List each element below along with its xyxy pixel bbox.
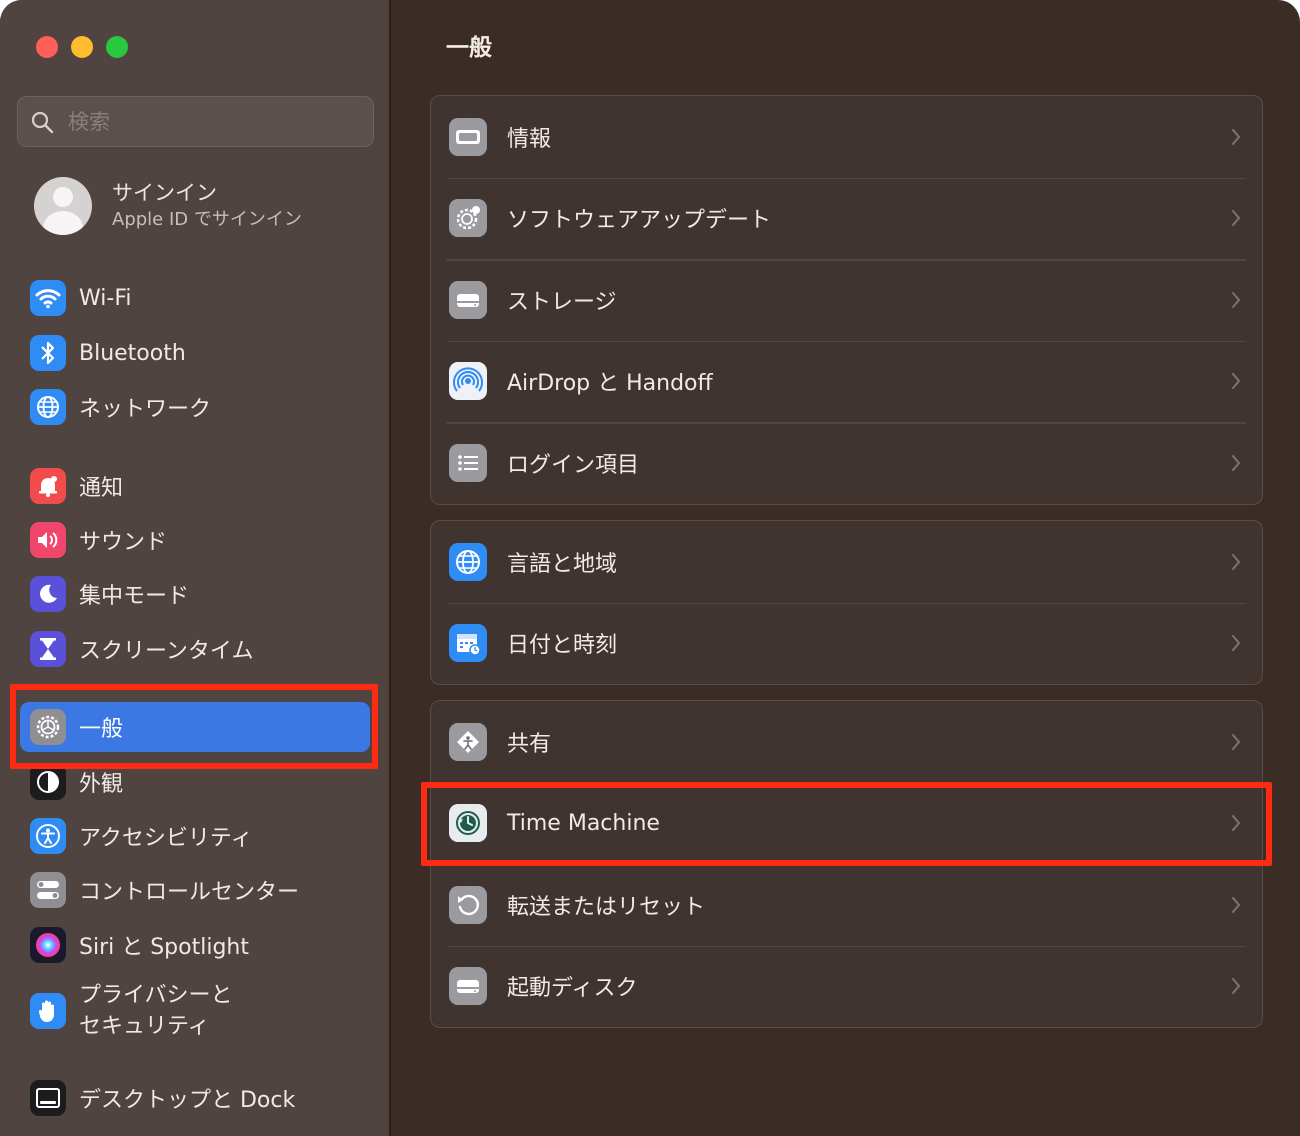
- sidebar-item-label: サウンド: [79, 530, 168, 555]
- highlight-box-general: [10, 684, 378, 769]
- moon-icon: [30, 576, 66, 612]
- sidebar: サインイン Apple ID でサインイン Wi-Fi Bluetooth ネッ…: [0, 0, 391, 1136]
- close-window-button[interactable]: [36, 36, 58, 58]
- sidebar-item-siri-spotlight[interactable]: Siri と Spotlight: [20, 920, 370, 970]
- row-label: AirDrop と Handoff: [507, 371, 713, 397]
- signin-subtitle: Apple ID でサインイン: [112, 209, 302, 230]
- chevron-right-icon: [1232, 978, 1241, 995]
- row-date-time[interactable]: 日付と時刻: [431, 602, 1262, 685]
- bluetooth-icon: [30, 335, 66, 371]
- accessibility-icon: [30, 818, 66, 854]
- settings-group-2: 言語と地域 日付と時刻: [430, 520, 1263, 685]
- row-software-update[interactable]: ソフトウェアアップデート: [431, 177, 1262, 260]
- sidebar-item-network[interactable]: ネットワーク: [20, 382, 370, 432]
- minimize-window-button[interactable]: [71, 36, 93, 58]
- signin-title: サインイン: [112, 181, 217, 205]
- search-field[interactable]: [17, 96, 374, 147]
- chevron-right-icon: [1232, 635, 1241, 652]
- sidebar-item-wifi[interactable]: Wi-Fi: [20, 273, 370, 323]
- sidebar-item-label: デスクトップと Dock: [79, 1088, 296, 1113]
- sidebar-item-focus[interactable]: 集中モード: [20, 569, 370, 619]
- settings-window: サインイン Apple ID でサインイン Wi-Fi Bluetooth ネッ…: [0, 0, 1300, 1136]
- sidebar-item-label: Siri と Spotlight: [79, 935, 249, 960]
- chevron-right-icon: [1232, 373, 1241, 390]
- calendar-clock-icon: [449, 624, 487, 663]
- storage-drive-icon: [449, 280, 487, 319]
- sidebar-item-label: アクセシビリティ: [79, 826, 253, 851]
- row-label: ソフトウェアアップデート: [507, 208, 772, 234]
- row-storage[interactable]: ストレージ: [431, 259, 1262, 341]
- sidebar-item-label: Wi-Fi: [79, 285, 132, 311]
- avatar: [34, 177, 92, 235]
- sidebar-item-label: スクリーンタイム: [79, 639, 254, 664]
- chevron-right-icon: [1232, 291, 1241, 308]
- row-transfer-reset[interactable]: 転送またはリセット: [431, 864, 1262, 946]
- window-controls: [36, 36, 128, 58]
- sidebar-item-bluetooth[interactable]: Bluetooth: [20, 328, 370, 378]
- sidebar-item-label: 通知: [79, 476, 124, 501]
- zoom-window-button[interactable]: [106, 36, 128, 58]
- appearance-icon: [30, 764, 66, 800]
- row-label: ストレージ: [507, 289, 617, 315]
- sidebar-item-notifications[interactable]: 通知: [20, 461, 370, 511]
- sidebar-item-control-center[interactable]: コントロールセンター: [20, 865, 370, 915]
- speaker-icon: [30, 522, 66, 558]
- search-input[interactable]: [68, 109, 328, 134]
- info-laptop-icon: [449, 117, 487, 156]
- row-label: 起動ディスク: [507, 976, 638, 1002]
- reset-icon: [449, 885, 487, 924]
- hand-icon: [30, 993, 66, 1029]
- globe-icon: [449, 542, 487, 581]
- row-label: 言語と地域: [507, 551, 618, 577]
- row-about[interactable]: 情報: [431, 96, 1262, 178]
- software-update-gear-icon: [449, 199, 487, 238]
- wifi-icon: [30, 280, 66, 316]
- dock-icon: [30, 1080, 66, 1116]
- search-icon: [31, 111, 54, 133]
- highlight-box-time-machine: [421, 782, 1272, 866]
- row-airdrop-handoff[interactable]: AirDrop と Handoff: [431, 340, 1262, 423]
- globe-network-icon: [30, 389, 66, 425]
- sidebar-item-label: Bluetooth: [79, 340, 186, 366]
- siri-icon: [30, 927, 66, 963]
- sidebar-item-screen-time[interactable]: スクリーンタイム: [20, 624, 370, 674]
- row-label: 転送またはリセット: [507, 894, 706, 920]
- bell-icon: [30, 468, 66, 504]
- row-startup-disk[interactable]: 起動ディスク: [431, 945, 1262, 1028]
- chevron-right-icon: [1232, 128, 1241, 145]
- sidebar-item-privacy-security[interactable]: プライバシーと セキュリティ: [20, 977, 370, 1045]
- airdrop-icon: [449, 362, 487, 401]
- chevron-right-icon: [1232, 896, 1241, 913]
- row-label: 共有: [507, 731, 552, 757]
- chevron-right-icon: [1232, 454, 1241, 471]
- list-icon: [449, 443, 487, 482]
- sidebar-item-label: 集中モード: [79, 584, 190, 609]
- chevron-right-icon: [1232, 553, 1241, 570]
- row-label: ログイン項目: [507, 452, 640, 478]
- row-sharing[interactable]: 共有: [431, 701, 1262, 783]
- sidebar-item-accessibility[interactable]: アクセシビリティ: [20, 811, 370, 861]
- sidebar-item-desktop-dock[interactable]: デスクトップと Dock: [20, 1073, 370, 1123]
- row-language-region[interactable]: 言語と地域: [431, 521, 1262, 603]
- page-title: 一般: [446, 35, 492, 61]
- sharing-icon: [449, 722, 487, 761]
- sidebar-item-label: ネットワーク: [79, 397, 212, 422]
- apple-id-signin[interactable]: サインイン Apple ID でサインイン: [34, 176, 364, 236]
- chevron-right-icon: [1232, 210, 1241, 227]
- hourglass-icon: [30, 631, 66, 667]
- sidebar-item-label: プライバシーと セキュリティ: [79, 983, 233, 1039]
- row-label: 日付と時刻: [507, 633, 618, 659]
- startup-disk-icon: [449, 967, 487, 1006]
- settings-group-1: 情報 ソフトウェアアップデート ストレージ AirDrop と Handoff: [430, 95, 1263, 505]
- toggles-icon: [30, 872, 66, 908]
- sidebar-item-sound[interactable]: サウンド: [20, 515, 370, 565]
- row-login-items[interactable]: ログイン項目: [431, 422, 1262, 504]
- chevron-right-icon: [1232, 733, 1241, 750]
- sidebar-item-label: 外観: [79, 772, 124, 797]
- row-label: 情報: [507, 126, 552, 152]
- sidebar-item-label: コントロールセンター: [79, 880, 300, 905]
